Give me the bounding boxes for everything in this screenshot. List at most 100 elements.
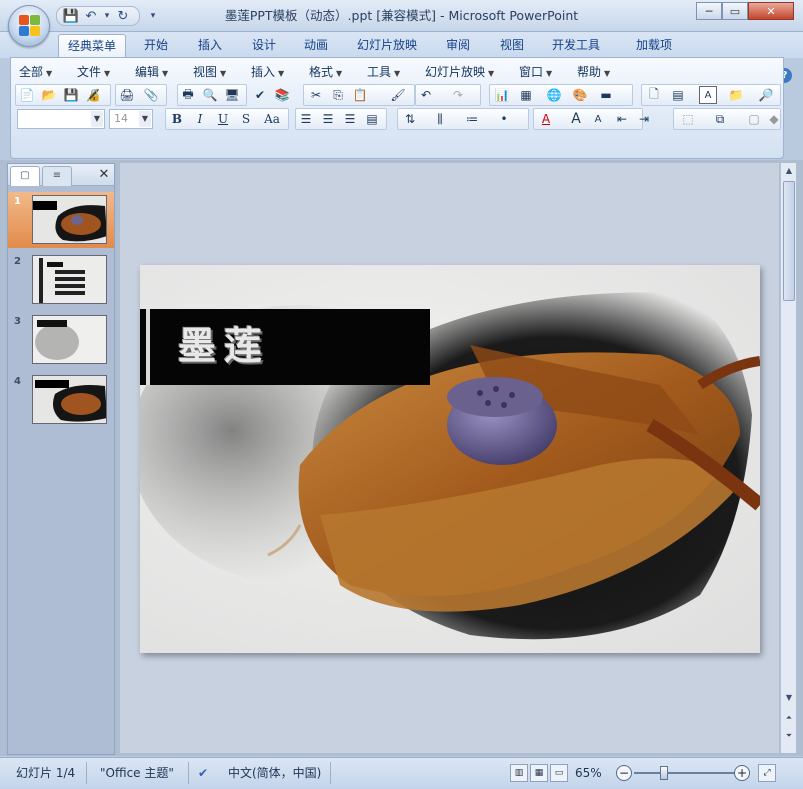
menu-format[interactable]: 格式 ▼	[309, 63, 342, 81]
restore-button[interactable]: ▭	[722, 2, 748, 20]
shrink-font-icon[interactable]: A	[589, 110, 607, 128]
italic-button[interactable]: I	[191, 110, 209, 128]
tab-design[interactable]: 设计	[242, 34, 286, 58]
open-folder-icon[interactable]: 📂	[40, 86, 58, 104]
copy-icon[interactable]: ⎘	[329, 86, 347, 104]
change-case-button[interactable]: Aa	[260, 110, 284, 128]
columns-icon[interactable]: ⫼	[431, 110, 449, 128]
menu-window[interactable]: 窗口 ▼	[519, 63, 552, 81]
next-slide-icon[interactable]: ⏷	[782, 729, 796, 743]
text-direction-icon[interactable]: ⇅	[401, 110, 419, 128]
preview-icon[interactable]: 🔍	[201, 86, 219, 104]
zoom-in-button[interactable]: +	[734, 765, 750, 781]
justify-icon[interactable]: ▤	[363, 110, 381, 128]
fill-color-icon[interactable]: ▬	[597, 86, 615, 104]
attach-icon[interactable]: 📎	[142, 86, 160, 104]
color-grayscale-icon[interactable]: 🎨	[571, 86, 589, 104]
tab-review[interactable]: 审阅	[436, 34, 480, 58]
tab-animation[interactable]: 动画	[294, 34, 338, 58]
slide-thumbnail-4[interactable]: 4	[8, 372, 114, 428]
menu-insert[interactable]: 插入 ▼	[251, 63, 284, 81]
menu-all[interactable]: 全部 ▼	[19, 63, 52, 81]
vertical-scrollbar[interactable]: ▲ ▼ ⏶ ⏷	[780, 163, 796, 753]
menu-view[interactable]: 视图 ▼	[193, 63, 226, 81]
slide-thumbnail-1[interactable]: 1	[8, 192, 114, 248]
format-painter-icon[interactable]: 🖌	[389, 86, 407, 104]
zoom-out-button[interactable]: −	[616, 765, 632, 781]
cut-icon[interactable]: ✂	[307, 86, 325, 104]
spelling-check-icon[interactable]: ✔	[198, 764, 208, 782]
close-icon[interactable]: ✕	[96, 166, 112, 184]
normal-view-icon[interactable]: ▥	[510, 764, 528, 782]
shape-fill-icon[interactable]: ◆	[765, 110, 783, 128]
text-box-icon[interactable]: A	[699, 86, 717, 104]
menu-tools[interactable]: 工具 ▼	[367, 63, 400, 81]
slideshow-view-icon[interactable]: ▭	[550, 764, 568, 782]
bold-button[interactable]: B	[168, 110, 186, 128]
tab-home[interactable]: 开始	[134, 34, 178, 58]
close-button[interactable]: ✕	[748, 2, 794, 20]
numbering-icon[interactable]: ≔	[463, 110, 481, 128]
menu-slideshow[interactable]: 幻灯片放映 ▼	[425, 63, 494, 81]
menu-help[interactable]: 帮助 ▼	[577, 63, 610, 81]
current-slide[interactable]: 墨莲	[140, 265, 760, 653]
clipart-icon[interactable]: 🌐	[545, 86, 563, 104]
slide-title[interactable]: 墨莲	[178, 315, 270, 370]
bullets-icon[interactable]: •	[495, 110, 513, 128]
menu-edit[interactable]: 编辑 ▼	[135, 63, 168, 81]
new-file-icon[interactable]: 📄	[18, 86, 36, 104]
zoom-slider[interactable]	[634, 772, 736, 774]
office-button[interactable]	[8, 5, 50, 47]
font-size-combo[interactable]: 14 ▼	[109, 109, 153, 129]
grow-font-icon[interactable]: A	[567, 110, 585, 128]
slide-thumbnail-3[interactable]: 3	[8, 312, 114, 368]
minimize-button[interactable]: ─	[696, 2, 722, 20]
increase-indent-icon[interactable]: ⇥	[635, 110, 653, 128]
fit-to-window-icon[interactable]: ⤢	[758, 764, 776, 782]
slide-thumbnail-2[interactable]: 2	[8, 252, 114, 308]
scroll-up-icon[interactable]: ▲	[782, 164, 796, 178]
font-color-icon[interactable]: A	[537, 110, 555, 128]
scrollbar-thumb[interactable]	[783, 181, 795, 301]
save-icon[interactable]: 💾	[62, 86, 80, 104]
tab-slides[interactable]: ▢	[10, 166, 40, 186]
zoom-slider-thumb[interactable]	[660, 766, 668, 780]
slide-sorter-icon[interactable]: ▦	[530, 764, 548, 782]
print-icon[interactable]: 🖶	[179, 86, 197, 104]
research-icon[interactable]: 📚	[273, 86, 291, 104]
align-center-icon[interactable]: ☰	[319, 110, 337, 128]
quick-styles-icon[interactable]: ▢	[745, 110, 763, 128]
tab-insert[interactable]: 插入	[188, 34, 232, 58]
decrease-indent-icon[interactable]: ⇤	[613, 110, 631, 128]
tab-developer[interactable]: 开发工具	[544, 34, 608, 58]
undo-icon[interactable]: ↶	[417, 86, 435, 104]
scroll-down-icon[interactable]: ▼	[782, 691, 796, 705]
language-indicator[interactable]: 中文(简体，中国)	[228, 764, 321, 782]
arrange-icon[interactable]: ⧉	[711, 110, 729, 128]
zoom-level[interactable]: 65%	[575, 764, 602, 782]
table-icon[interactable]: ▦	[517, 86, 535, 104]
spelling-icon[interactable]: ✔	[251, 86, 269, 104]
tab-outline[interactable]: ≡	[42, 166, 72, 186]
menu-file[interactable]: 文件 ▼	[77, 63, 110, 81]
folder-icon[interactable]: 📁	[727, 86, 745, 104]
font-name-combo[interactable]: ▼	[17, 109, 105, 129]
underline-button[interactable]: U	[214, 110, 232, 128]
permission-icon[interactable]: 🔏	[84, 86, 102, 104]
layout-icon[interactable]: ▤	[669, 86, 687, 104]
new-slide-icon[interactable]: 🗋	[645, 86, 663, 104]
screen-icon[interactable]: 🖥	[223, 86, 241, 104]
shadow-button[interactable]: S	[237, 110, 255, 128]
zoom-icon[interactable]: 🔎	[757, 86, 775, 104]
tab-addins[interactable]: 加载项	[622, 34, 686, 58]
align-right-icon[interactable]: ☰	[341, 110, 359, 128]
previous-slide-icon[interactable]: ⏶	[782, 711, 796, 725]
theme-name[interactable]: "Office 主题"	[100, 764, 174, 782]
print-preview-icon[interactable]: 🖨	[118, 86, 136, 104]
shapes-icon[interactable]: ⬚	[679, 110, 697, 128]
tab-view[interactable]: 视图	[490, 34, 534, 58]
tab-slideshow[interactable]: 幻灯片放映	[350, 34, 424, 58]
chart-icon[interactable]: 📊	[493, 86, 511, 104]
tab-classic-menu[interactable]: 经典菜单	[58, 34, 126, 58]
paste-icon[interactable]: 📋	[351, 86, 369, 104]
